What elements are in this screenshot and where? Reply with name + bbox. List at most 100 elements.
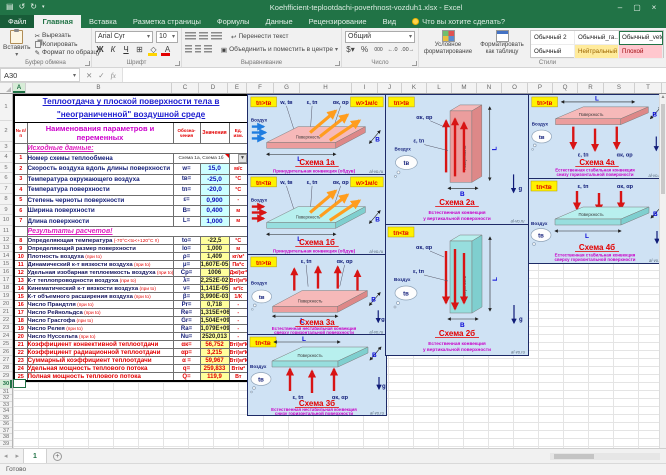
- formula-input[interactable]: [123, 68, 666, 82]
- hscroll-thumb[interactable]: [554, 454, 594, 459]
- value-cell[interactable]: 1006: [200, 269, 229, 277]
- header-symbol[interactable]: Обозна- чения: [173, 122, 200, 143]
- param-name-cell[interactable]: К-т объемного расширения воздуха (при tо…: [27, 293, 173, 301]
- minimize-button[interactable]: –: [612, 3, 628, 12]
- row-header-22[interactable]: 22: [0, 316, 12, 324]
- param-name-cell[interactable]: Число Релея (при tо): [27, 325, 173, 333]
- scheme-1a-diagram[interactable]: tп>tв w>1м/с w, tв ε, tп αк, αр Воздух П…: [248, 95, 386, 175]
- header-name[interactable]: Наименования параметров и переменных: [27, 122, 173, 143]
- symbol-cell[interactable]: αр=: [173, 349, 200, 357]
- qat-customize-icon[interactable]: ▾: [42, 2, 45, 12]
- style-chip-3[interactable]: Обычный: [531, 45, 575, 59]
- value-cell[interactable]: 1,315E+06: [200, 309, 229, 317]
- param-name-cell[interactable]: Удельная изобарная теплоемкость воздуха …: [27, 269, 173, 277]
- italic-button[interactable]: К: [108, 45, 118, 54]
- row-header-8[interactable]: 8: [0, 194, 12, 205]
- redo-icon[interactable]: ↻: [30, 2, 37, 12]
- symbol-cell[interactable]: w=: [173, 164, 200, 175]
- value-cell[interactable]: 3,990E-03: [200, 293, 229, 301]
- column-header-A[interactable]: A: [13, 83, 26, 93]
- param-name-cell[interactable]: Полная мощность теплового потока: [27, 373, 173, 382]
- row-header-28[interactable]: 28: [0, 364, 12, 372]
- column-header-L[interactable]: L: [427, 83, 452, 93]
- scroll-up-icon[interactable]: ▲: [660, 94, 666, 100]
- scheme-4a-diagram[interactable]: tп>tв L Поверхность ε, tп αк, αр Воздух …: [529, 95, 666, 179]
- sheet-nav-right-icon[interactable]: ▸: [12, 452, 24, 460]
- row-number-cell[interactable]: 19: [14, 325, 27, 333]
- row-header-24[interactable]: 24: [0, 332, 12, 340]
- unit-cell[interactable]: °С: [229, 185, 248, 196]
- row-header-23[interactable]: 23: [0, 324, 12, 332]
- param-name-cell[interactable]: Удельная мощность теплового потока: [27, 365, 173, 373]
- row-header-13[interactable]: 13: [0, 244, 12, 252]
- header-value[interactable]: Значения: [200, 122, 229, 143]
- column-header-N[interactable]: N: [477, 83, 502, 93]
- row-number-cell[interactable]: 13: [14, 277, 27, 285]
- borders-button[interactable]: ⊞: [134, 45, 145, 54]
- value-cell[interactable]: 2,252E-02: [200, 277, 229, 285]
- tab-view[interactable]: Вид: [375, 15, 405, 28]
- tab-page-layout[interactable]: Разметка страницы: [125, 15, 209, 28]
- value-cell[interactable]: 15,0: [200, 164, 229, 175]
- row-header-12[interactable]: 12: [0, 236, 12, 244]
- row-number-cell[interactable]: 14: [14, 285, 27, 293]
- increase-decimal-icon[interactable]: ←.0: [387, 47, 398, 53]
- align-bottom-icon[interactable]: [211, 32, 222, 41]
- row-header-21[interactable]: 21: [0, 308, 12, 316]
- symbol-cell[interactable]: tв=: [173, 174, 200, 185]
- symbol-cell[interactable]: Q=: [173, 373, 200, 382]
- number-format-combo[interactable]: Общий▾: [345, 31, 415, 43]
- horizontal-scrollbar[interactable]: [550, 453, 660, 460]
- value-cell[interactable]: 1,409: [200, 253, 229, 261]
- value-cell[interactable]: 259,833: [200, 365, 229, 373]
- value-cell[interactable]: 1,000: [200, 216, 229, 227]
- row-number-cell[interactable]: 24: [14, 365, 27, 373]
- select-all-corner[interactable]: [0, 83, 13, 93]
- active-cell-A30[interactable]: [13, 379, 26, 388]
- unit-cell[interactable]: °С: [229, 174, 248, 185]
- row-header-9[interactable]: 9: [0, 205, 12, 216]
- unit-cell[interactable]: °С: [229, 237, 248, 245]
- value-cell[interactable]: 56,752: [200, 341, 229, 349]
- column-header-C[interactable]: C: [172, 83, 199, 93]
- value-cell[interactable]: 0,900: [200, 195, 229, 206]
- symbol-cell[interactable]: tп=: [173, 185, 200, 196]
- row-number-cell[interactable]: 15: [14, 293, 27, 301]
- style-chip-2[interactable]: Обычный_veter: [619, 31, 663, 45]
- symbol-cell[interactable]: B=: [173, 206, 200, 217]
- value-cell[interactable]: 1,504E+09: [200, 317, 229, 325]
- unit-cell[interactable]: кг/м³: [229, 253, 248, 261]
- unit-cell[interactable]: м: [229, 216, 248, 227]
- column-header-S[interactable]: S: [604, 83, 635, 93]
- unit-cell[interactable]: м²/с: [229, 285, 248, 293]
- enter-icon[interactable]: ✓: [98, 71, 104, 80]
- value-cell[interactable]: 0,718: [200, 301, 229, 309]
- value-cell[interactable]: 0,400: [200, 206, 229, 217]
- align-middle-icon[interactable]: [199, 32, 208, 41]
- scheme-3b-diagram[interactable]: tп<tв L Поверхность ε, tп αк, αр Воздух …: [248, 335, 386, 415]
- row-number-cell[interactable]: 16: [14, 301, 27, 309]
- symbol-cell[interactable]: ε=: [173, 195, 200, 206]
- param-name-cell[interactable]: Число Рейнольдса (при tо): [27, 309, 173, 317]
- style-chip-4[interactable]: Нейтральный: [575, 45, 619, 59]
- unit-cell[interactable]: Дж/(кг*К): [229, 269, 248, 277]
- unit-cell[interactable]: м/с: [229, 164, 248, 175]
- symbol-cell[interactable]: tо=: [173, 237, 200, 245]
- header-num[interactable]: № п/п: [14, 122, 27, 143]
- param-name-cell[interactable]: Степень черноты поверхности: [27, 195, 173, 206]
- row-number-cell[interactable]: 4: [14, 185, 27, 196]
- copy-button[interactable]: Копировать: [35, 41, 101, 48]
- row-header-27[interactable]: 27: [0, 356, 12, 364]
- row-header-14[interactable]: 14: [0, 252, 12, 260]
- unit-cell[interactable]: -: [229, 317, 248, 325]
- row-header-10[interactable]: 10: [0, 215, 12, 226]
- param-name-cell[interactable]: Длина поверхности: [27, 216, 173, 227]
- row-header-25[interactable]: 25: [0, 340, 12, 348]
- row-number-cell[interactable]: 5: [14, 195, 27, 206]
- save-icon[interactable]: ▤: [6, 2, 14, 12]
- symbol-cell[interactable]: Nu=: [173, 333, 200, 341]
- param-name-cell[interactable]: Скорость воздуха вдоль длины поверхности: [27, 164, 173, 175]
- row-number-cell[interactable]: 18: [14, 317, 27, 325]
- unit-cell[interactable]: 1/К: [229, 293, 248, 301]
- unit-cell[interactable]: -: [229, 325, 248, 333]
